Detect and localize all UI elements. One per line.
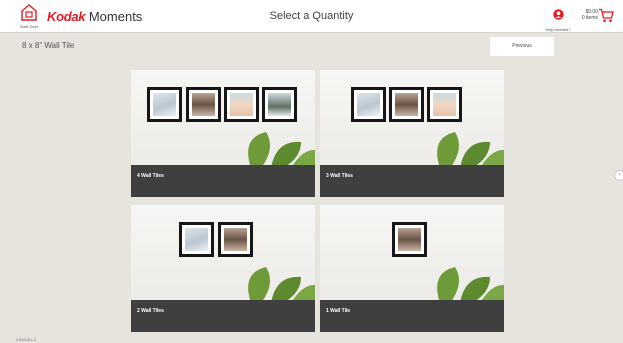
chevron-right-icon[interactable]: › bbox=[614, 170, 623, 181]
option-caption: 2 Wall Tiles bbox=[131, 300, 315, 332]
kodak-moments-logo: Kodak Moments bbox=[47, 9, 142, 24]
footer-code: ZSWUAL-2 bbox=[16, 337, 37, 342]
help-button[interactable]: Help needed? bbox=[544, 7, 572, 32]
frame-preview bbox=[186, 87, 221, 122]
plant-decoration bbox=[248, 267, 315, 303]
previous-button[interactable]: Previous bbox=[490, 37, 554, 56]
logo-rest: Moments bbox=[85, 9, 143, 24]
product-name: 8 x 8" Wall Tile bbox=[22, 41, 75, 50]
cart-items-count: 0 items bbox=[581, 15, 598, 21]
frame-preview bbox=[179, 222, 214, 257]
plant-decoration bbox=[248, 132, 315, 168]
option-label: 2 Wall Tiles bbox=[137, 308, 164, 314]
start-over-label: Start Over bbox=[19, 24, 39, 29]
cart-icon[interactable] bbox=[598, 8, 614, 23]
option-label: 4 Wall Tiles bbox=[137, 173, 164, 179]
option-caption: 3 Wall Tiles bbox=[320, 165, 504, 197]
option-label: 3 Wall Tiles bbox=[326, 173, 353, 179]
help-label: Help needed? bbox=[545, 27, 571, 32]
option-1-wall-tile[interactable]: 1 Wall Tile bbox=[320, 205, 504, 332]
logo-brand: Kodak bbox=[47, 9, 86, 24]
start-over-button[interactable]: Start Over bbox=[17, 4, 41, 30]
option-caption: 1 Wall Tile bbox=[320, 300, 504, 332]
frame-preview bbox=[389, 87, 424, 122]
plant-decoration bbox=[437, 132, 504, 168]
frame-preview bbox=[262, 87, 297, 122]
home-icon bbox=[21, 4, 37, 21]
frame-preview bbox=[427, 87, 462, 122]
frame-preview bbox=[147, 87, 182, 122]
frame-preview bbox=[218, 222, 253, 257]
option-2-wall-tiles[interactable]: 2 Wall Tiles bbox=[131, 205, 315, 332]
option-3-wall-tiles[interactable]: 3 Wall Tiles bbox=[320, 70, 504, 197]
page-title: Select a Quantity bbox=[269, 10, 354, 22]
option-caption: 4 Wall Tiles bbox=[131, 165, 315, 197]
frame-preview bbox=[224, 87, 259, 122]
plant-decoration bbox=[437, 267, 504, 303]
top-bar: Start Over Kodak Moments Select a Quanti… bbox=[0, 0, 623, 33]
user-help-icon bbox=[552, 9, 564, 20]
frame-preview bbox=[392, 222, 427, 257]
option-4-wall-tiles[interactable]: 4 Wall Tiles bbox=[131, 70, 315, 197]
frame-preview bbox=[351, 87, 386, 122]
option-label: 1 Wall Tile bbox=[326, 308, 351, 314]
cart-summary[interactable]: $0.00 0 items bbox=[576, 9, 598, 21]
